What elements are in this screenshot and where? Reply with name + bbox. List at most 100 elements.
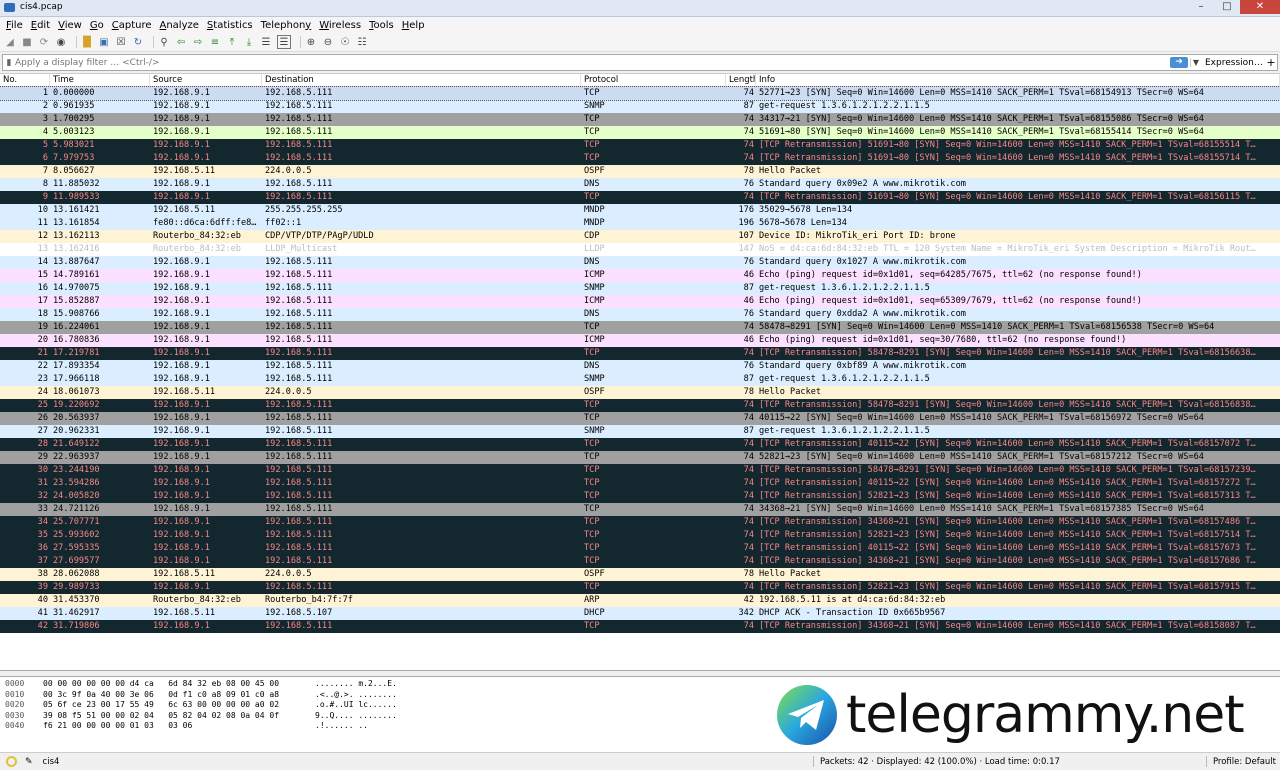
go-forward-icon[interactable]: ⇨ bbox=[192, 36, 204, 48]
table-row[interactable]: 22 17.893354 192.168.9.1 192.168.5.111 DNS 76… bbox=[0, 360, 1280, 373]
column-header-time[interactable]: Time bbox=[50, 74, 150, 86]
hex-bytes[interactable]: 05 6f ce 23 00 17 55 49 6c 63 00 00 00 0… bbox=[43, 700, 315, 711]
column-header-protocol[interactable]: Protocol bbox=[581, 74, 726, 86]
menu-edit[interactable]: Edit bbox=[27, 20, 54, 31]
hex-offset[interactable]: 0040 bbox=[0, 721, 43, 732]
colorize-icon[interactable]: ☰ bbox=[277, 35, 291, 49]
filter-history-chevron-icon[interactable]: ▼ bbox=[1190, 58, 1201, 67]
table-row[interactable]: 12 13.162113 Routerbo_84:32:eb CDP/VTP/DTP/… bbox=[0, 230, 1280, 243]
expression-button[interactable]: Expression… bbox=[1201, 58, 1265, 68]
table-row[interactable]: 16 14.970075 192.168.9.1 192.168.5.111 SNMP 8… bbox=[0, 282, 1280, 295]
column-header-source[interactable]: Source bbox=[150, 74, 262, 86]
hex-ascii[interactable]: 9..Q.... ........ bbox=[315, 711, 435, 722]
table-row[interactable]: 33 24.721126 192.168.9.1 192.168.5.111 TCP 74… bbox=[0, 503, 1280, 516]
table-row[interactable]: 37 27.699577 192.168.9.1 192.168.5.111 TCP 74… bbox=[0, 555, 1280, 568]
table-row[interactable]: 29 22.963937 192.168.9.1 192.168.5.111 TCP 74… bbox=[0, 451, 1280, 464]
table-row[interactable]: 3 1.700295 192.168.9.1 192.168.5.111 TCP 74 34… bbox=[0, 113, 1280, 126]
zoom-in-icon[interactable]: ⊕ bbox=[305, 36, 317, 48]
table-row[interactable]: 13 13.162416 Routerbo_84:32:eb LLDP_Multica… bbox=[0, 243, 1280, 256]
table-row[interactable]: 42 31.719806 192.168.9.1 192.168.5.111 TCP 74… bbox=[0, 620, 1280, 633]
table-row[interactable]: 36 27.595335 192.168.9.1 192.168.5.111 TCP 74… bbox=[0, 542, 1280, 555]
save-file-icon[interactable]: ▣ bbox=[98, 36, 110, 48]
column-header-no[interactable]: No. bbox=[0, 74, 50, 86]
restart-capture-icon[interactable]: ⟳ bbox=[38, 36, 50, 48]
menu-wireless[interactable]: Wireless bbox=[315, 20, 365, 31]
table-row[interactable]: 32 24.005820 192.168.9.1 192.168.5.111 TCP 74… bbox=[0, 490, 1280, 503]
table-row[interactable]: 2 0.961935 192.168.9.1 192.168.5.111 SNMP 87 g… bbox=[0, 100, 1280, 113]
hex-offset[interactable]: 0000 bbox=[0, 679, 43, 690]
table-row[interactable]: 14 13.887647 192.168.9.1 192.168.5.111 DNS 76… bbox=[0, 256, 1280, 269]
menu-go[interactable]: Go bbox=[86, 20, 108, 31]
autoscroll-icon[interactable]: ☰ bbox=[260, 36, 272, 48]
reload-file-icon[interactable]: ↻ bbox=[132, 36, 144, 48]
minimize-button[interactable]: – bbox=[1188, 0, 1214, 14]
table-row[interactable]: 15 14.789161 192.168.9.1 192.168.5.111 ICMP 4… bbox=[0, 269, 1280, 282]
table-row[interactable]: 11 13.161854 fe80::d6ca:6dff:fe8… ff02::1 MN… bbox=[0, 217, 1280, 230]
table-row[interactable]: 21 17.219781 192.168.9.1 192.168.5.111 TCP 74… bbox=[0, 347, 1280, 360]
go-last-icon[interactable]: ⤓ bbox=[243, 36, 255, 48]
capture-options-icon[interactable]: ◉ bbox=[55, 36, 67, 48]
table-row[interactable]: 34 25.707771 192.168.9.1 192.168.5.111 TCP 74… bbox=[0, 516, 1280, 529]
table-row[interactable]: 23 17.966118 192.168.9.1 192.168.5.111 SNMP 8… bbox=[0, 373, 1280, 386]
menu-view[interactable]: View bbox=[54, 20, 86, 31]
open-file-icon[interactable]: █ bbox=[81, 36, 93, 48]
table-row[interactable]: 40 31.453370 Routerbo_84:32:eb Routerbo_b4:… bbox=[0, 594, 1280, 607]
close-file-icon[interactable]: ☒ bbox=[115, 36, 127, 48]
close-button[interactable]: ✕ bbox=[1240, 0, 1280, 14]
table-row[interactable]: 27 20.962331 192.168.9.1 192.168.5.111 SNMP 8… bbox=[0, 425, 1280, 438]
hex-bytes[interactable]: f6 21 00 00 00 00 01 03 03 06 bbox=[43, 721, 315, 732]
hex-ascii[interactable]: .!...... .. bbox=[315, 721, 435, 732]
menu-statistics[interactable]: Statistics bbox=[203, 20, 257, 31]
table-row[interactable]: 5 5.983021 192.168.9.1 192.168.5.111 TCP 74 [T… bbox=[0, 139, 1280, 152]
table-row[interactable]: 39 29.989733 192.168.9.1 192.168.5.111 TCP 74… bbox=[0, 581, 1280, 594]
add-filter-button[interactable]: + bbox=[1265, 56, 1277, 69]
table-row[interactable]: 7 8.056627 192.168.5.11 224.0.0.5 OSPF 78 Hell… bbox=[0, 165, 1280, 178]
hex-ascii[interactable]: .o.#..UI lc...... bbox=[315, 700, 435, 711]
menu-capture[interactable]: Capture bbox=[108, 20, 156, 31]
table-row[interactable]: 30 23.244190 192.168.9.1 192.168.5.111 TCP 74… bbox=[0, 464, 1280, 477]
table-row[interactable]: 28 21.649122 192.168.9.1 192.168.5.111 TCP 74… bbox=[0, 438, 1280, 451]
table-row[interactable]: 4 5.003123 192.168.9.1 192.168.5.111 TCP 74 51… bbox=[0, 126, 1280, 139]
go-first-icon[interactable]: ⤒ bbox=[226, 36, 238, 48]
resize-columns-icon[interactable]: ☷ bbox=[356, 36, 368, 48]
menu-tools[interactable]: Tools bbox=[365, 20, 398, 31]
column-header-destination[interactable]: Destination bbox=[262, 74, 581, 86]
hex-offset[interactable]: 0010 bbox=[0, 690, 43, 701]
menu-file[interactable]: File bbox=[2, 20, 27, 31]
table-row[interactable]: 24 18.061073 192.168.5.11 224.0.0.5 OSPF 78 He… bbox=[0, 386, 1280, 399]
hex-offset[interactable]: 0020 bbox=[0, 700, 43, 711]
hex-offset[interactable]: 0030 bbox=[0, 711, 43, 722]
table-row[interactable]: 10 13.161421 192.168.5.11 255.255.255.255 MN… bbox=[0, 204, 1280, 217]
table-row[interactable]: 25 19.220692 192.168.9.1 192.168.5.111 TCP 74… bbox=[0, 399, 1280, 412]
bookmark-icon[interactable]: ▮ bbox=[3, 58, 15, 68]
menu-help[interactable]: Help bbox=[398, 20, 429, 31]
table-row[interactable]: 17 15.852887 192.168.9.1 192.168.5.111 ICMP 4… bbox=[0, 295, 1280, 308]
table-row[interactable]: 38 28.062088 192.168.5.11 224.0.0.5 OSPF 78 He… bbox=[0, 568, 1280, 581]
table-row[interactable]: 6 7.979753 192.168.9.1 192.168.5.111 TCP 74 [T… bbox=[0, 152, 1280, 165]
table-row[interactable]: 31 23.594286 192.168.9.1 192.168.5.111 TCP 74… bbox=[0, 477, 1280, 490]
hex-ascii[interactable]: .<..@.>. ........ bbox=[315, 690, 435, 701]
zoom-normal-icon[interactable]: ☉ bbox=[339, 36, 351, 48]
table-row[interactable]: 9 11.989533 192.168.9.1 192.168.5.111 TCP 74 [… bbox=[0, 191, 1280, 204]
table-row[interactable]: 19 16.224061 192.168.9.1 192.168.5.111 TCP 74… bbox=[0, 321, 1280, 334]
column-header-info[interactable]: Info bbox=[756, 74, 1280, 86]
hex-bytes[interactable]: 39 08 f5 51 00 00 02 04 05 82 04 02 08 0… bbox=[43, 711, 315, 722]
table-row[interactable]: 41 31.462917 192.168.5.11 192.168.5.107 DHCP… bbox=[0, 607, 1280, 620]
menu-analyze[interactable]: Analyze bbox=[156, 20, 203, 31]
table-row[interactable]: 20 16.780836 192.168.9.1 192.168.5.111 ICMP 4… bbox=[0, 334, 1280, 347]
go-to-packet-icon[interactable]: ≡ bbox=[209, 36, 221, 48]
table-row[interactable]: 8 11.885032 192.168.9.1 192.168.5.111 DNS 76 S… bbox=[0, 178, 1280, 191]
shark-fin-start-icon[interactable]: ◢ bbox=[4, 36, 16, 48]
find-packet-icon[interactable]: ⚲ bbox=[158, 36, 170, 48]
status-ready-icon[interactable] bbox=[6, 756, 17, 767]
column-header-length[interactable]: Length bbox=[726, 74, 756, 86]
packet-list[interactable]: No. Time Source Destination Protocol Len… bbox=[0, 73, 1280, 671]
profile-label[interactable]: Profile: Default bbox=[1213, 757, 1280, 767]
edit-comment-icon[interactable]: ✎ bbox=[25, 757, 33, 767]
table-row[interactable]: 18 15.908766 192.168.9.1 192.168.5.111 DNS 76… bbox=[0, 308, 1280, 321]
table-row[interactable]: 26 20.563937 192.168.9.1 192.168.5.111 TCP 74… bbox=[0, 412, 1280, 425]
go-back-icon[interactable]: ⇦ bbox=[175, 36, 187, 48]
stop-capture-icon[interactable]: ■ bbox=[21, 36, 33, 48]
hex-ascii[interactable]: ........ m.2...E. bbox=[315, 679, 435, 690]
maximize-button[interactable]: □ bbox=[1214, 0, 1240, 14]
